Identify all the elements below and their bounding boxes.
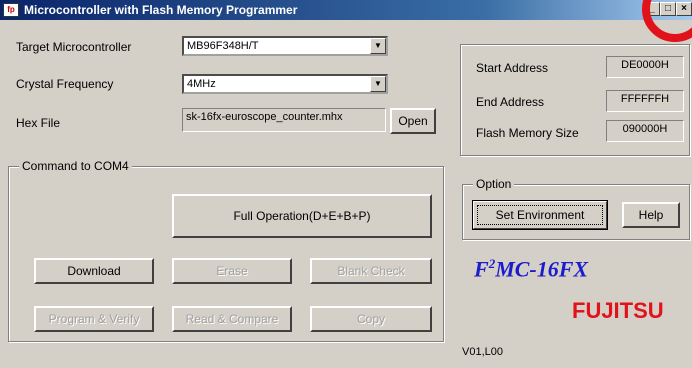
help-button[interactable]: Help [622, 202, 680, 228]
product-logo: F2MC-16FX [474, 256, 589, 282]
start-address-value: DE0000H [606, 56, 684, 78]
copy-button[interactable]: Copy [310, 306, 432, 332]
flash-memory-size-label: Flash Memory Size [476, 126, 579, 140]
open-button[interactable]: Open [390, 108, 436, 134]
download-button[interactable]: Download [34, 258, 154, 284]
focus-indicator [477, 205, 603, 225]
version-label: V01,L00 [462, 346, 503, 358]
end-address-label: End Address [476, 95, 545, 109]
highlight-circle [642, 0, 692, 42]
end-address-value: FFFFFFH [606, 90, 684, 112]
start-address-label: Start Address [476, 61, 549, 75]
full-operation-button[interactable]: Full Operation(D+E+B+P) [172, 194, 432, 238]
command-group-label: Command to COM4 [19, 159, 132, 173]
window-title: Microcontroller with Flash Memory Progra… [24, 3, 298, 17]
option-group-label: Option [473, 177, 515, 191]
blank-check-button[interactable]: Blank Check [310, 258, 432, 284]
program-verify-button[interactable]: Program & Verify [34, 306, 154, 332]
flash-memory-size-value: 090000H [606, 120, 684, 142]
target-microcontroller-value: MB96F348H/T [187, 40, 259, 52]
set-environment-button[interactable]: Set Environment [472, 200, 608, 230]
crystal-frequency-label: Crystal Frequency [16, 77, 114, 91]
hex-file-field[interactable]: sk-16fx-euroscope_counter.mhx [182, 108, 386, 132]
read-compare-button[interactable]: Read & Compare [172, 306, 292, 332]
chevron-down-icon[interactable]: ▼ [370, 76, 386, 92]
crystal-frequency-value: 4MHz [187, 78, 216, 90]
target-microcontroller-label: Target Microcontroller [16, 40, 132, 54]
title-bar: fp Microcontroller with Flash Memory Pro… [0, 0, 692, 20]
chevron-down-icon[interactable]: ▼ [370, 38, 386, 54]
app-icon: fp [3, 3, 19, 17]
hex-file-label: Hex File [16, 116, 61, 130]
fujitsu-logo: FUJITSU [572, 298, 664, 323]
erase-button[interactable]: Erase [172, 258, 292, 284]
target-microcontroller-select[interactable]: MB96F348H/T ▼ [182, 36, 388, 56]
crystal-frequency-select[interactable]: 4MHz ▼ [182, 74, 388, 94]
